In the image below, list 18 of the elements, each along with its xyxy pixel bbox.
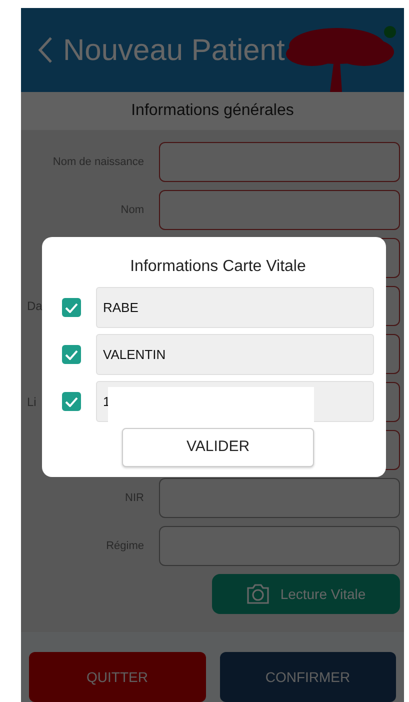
input-field[interactable] <box>159 142 400 182</box>
checkmark-icon <box>65 350 78 360</box>
validate-button[interactable]: VALIDER <box>122 428 314 467</box>
camera-icon <box>246 583 270 605</box>
dialog-title: Informations Carte Vitale <box>129 257 307 277</box>
input-field[interactable] <box>159 190 400 230</box>
checkmark-icon <box>65 302 78 312</box>
checkmark-icon <box>65 396 78 406</box>
section-title: Informations générales <box>131 101 294 121</box>
checkbox[interactable] <box>62 298 81 317</box>
back-icon[interactable] <box>37 36 53 64</box>
checkbox[interactable] <box>62 345 81 364</box>
header-title: Nouveau Patient <box>63 32 285 68</box>
input-field[interactable]: RABE <box>96 287 374 328</box>
input-field[interactable] <box>159 526 400 566</box>
input-field[interactable] <box>159 478 400 518</box>
checkbox[interactable] <box>62 392 81 411</box>
input-field[interactable]: VALENTIN <box>96 334 374 375</box>
